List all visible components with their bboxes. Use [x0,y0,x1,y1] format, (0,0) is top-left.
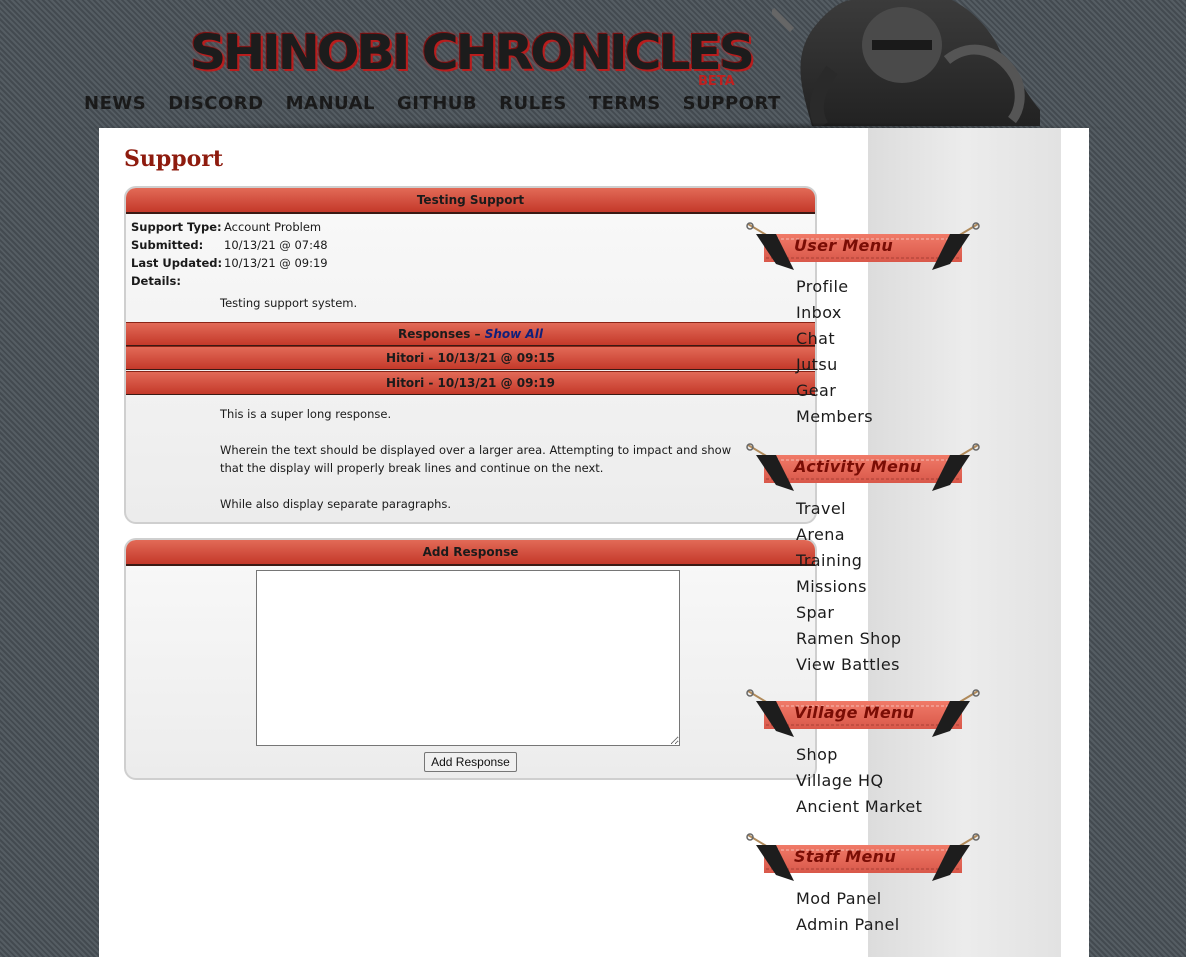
page-title: Support [124,146,224,172]
menu-banner-0: User Menu [746,222,980,272]
sidebar-item-profile[interactable]: Profile [796,277,849,296]
response-textarea[interactable] [256,570,680,746]
add-response-button[interactable]: Add Response [424,752,517,772]
menu-banner-1: Activity Menu [746,443,980,493]
sidebar-item-members[interactable]: Members [796,407,873,426]
response-paragraph-2: Wherein the text should be displayed ove… [220,443,732,475]
sidebar-item-village-hq[interactable]: Village HQ [796,771,883,790]
logo-text: SHINOBI CHRONICLES [190,25,755,81]
main-nav: NEWS DISCORD MANUAL GITHUB RULES TERMS S… [84,92,803,118]
menu-title: Village Menu [794,703,915,722]
last-updated-label: Last Updated: [131,256,223,270]
nav-manual[interactable]: MANUAL [286,92,375,118]
nav-terms[interactable]: TERMS [589,92,661,118]
logo-beta-badge: BETA [698,74,735,89]
response-header-2[interactable]: Hitori - 10/13/21 @ 09:19 [126,371,815,395]
ticket-title: Testing Support [126,188,815,214]
nav-news[interactable]: NEWS [84,92,146,118]
submitted-label: Submitted: [131,238,204,252]
menu-title: Activity Menu [794,457,922,476]
nav-discord[interactable]: DISCORD [168,92,263,118]
last-updated-value: 10/13/21 @ 09:19 [224,256,328,270]
menu-banner-2: Village Menu [746,689,980,739]
add-response-panel: Add Response Add Response [124,538,817,780]
sidebar-item-ancient-market[interactable]: Ancient Market [796,797,922,816]
sidebar-item-training[interactable]: Training [796,551,862,570]
sidebar-item-mod-panel[interactable]: Mod Panel [796,889,882,908]
site-header: SHINOBI CHRONICLES BETA NEWS DISCORD MAN… [0,0,1186,134]
support-type-label: Support Type: [131,220,222,234]
site-logo[interactable]: SHINOBI CHRONICLES BETA [190,25,755,90]
sidebar-item-travel[interactable]: Travel [796,499,846,518]
menu-banner-3: Staff Menu [746,833,980,883]
sidebar-item-jutsu[interactable]: Jutsu [796,355,838,374]
sidebar-item-view-battles[interactable]: View Battles [796,655,900,674]
sidebar-item-shop[interactable]: Shop [796,745,838,764]
sidebar-item-admin-panel[interactable]: Admin Panel [796,915,900,934]
show-all-link[interactable]: Show All [485,327,543,341]
sidebar-item-arena[interactable]: Arena [796,525,845,544]
submitted-value: 10/13/21 @ 07:48 [224,238,328,252]
sidebar-item-ramen-shop[interactable]: Ramen Shop [796,629,901,648]
response-paragraph-1: This is a super long response. [220,407,392,421]
sidebar-item-missions[interactable]: Missions [796,577,867,596]
sidebar-item-spar[interactable]: Spar [796,603,834,622]
response-header-1[interactable]: Hitori - 10/13/21 @ 09:15 [126,346,815,370]
menu-title: Staff Menu [794,847,897,866]
nav-github[interactable]: GITHUB [397,92,477,118]
sidebar-item-gear[interactable]: Gear [796,381,836,400]
responses-header: Responses – Show All [126,322,815,346]
nav-rules[interactable]: RULES [499,92,567,118]
support-ticket-panel: Testing Support Support Type: Account Pr… [124,186,817,524]
response-paragraph-3: While also display separate paragraphs. [220,497,452,511]
sidebar-item-inbox[interactable]: Inbox [796,303,842,322]
add-response-title: Add Response [126,540,815,566]
responses-label: Responses – [398,327,485,341]
sidebar-item-chat[interactable]: Chat [796,329,835,348]
ninja-illustration [772,0,1040,126]
details-label: Details: [131,274,181,288]
details-text: Testing support system. [220,296,358,310]
menu-title: User Menu [794,236,894,255]
support-type-value: Account Problem [224,220,322,234]
nav-support[interactable]: SUPPORT [683,92,781,118]
